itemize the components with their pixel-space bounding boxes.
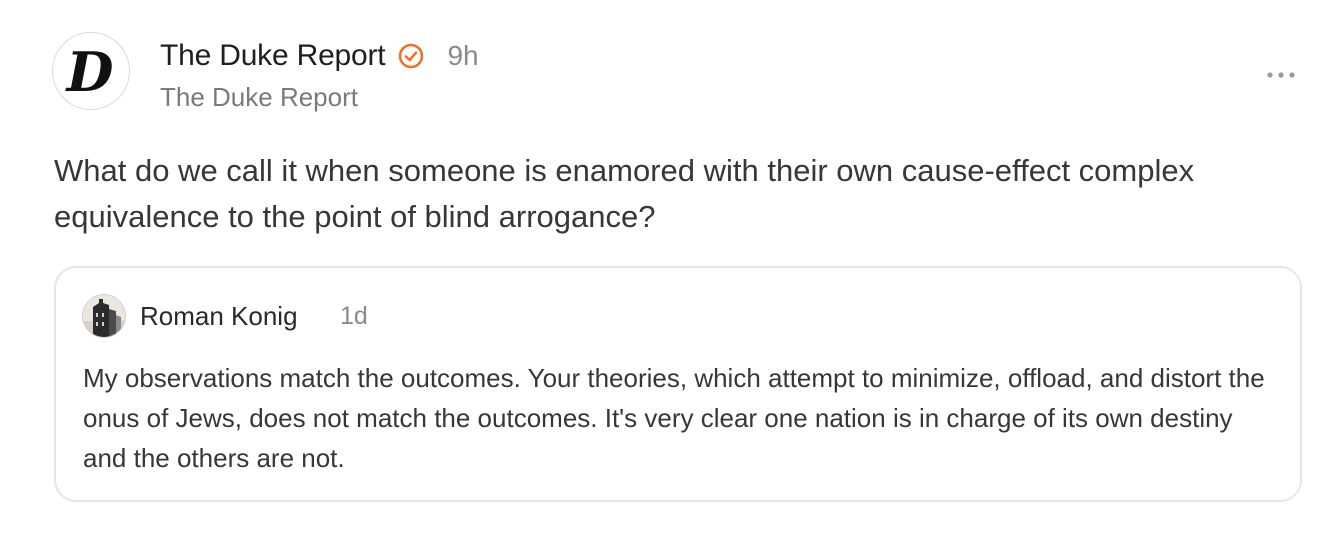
author-line: The Duke Report 9h: [160, 36, 479, 76]
author-handle[interactable]: The Duke Report: [160, 82, 358, 113]
quoted-author-name[interactable]: Roman Konig: [140, 301, 298, 332]
quoted-body-text: My observations match the outcomes. Your…: [83, 363, 1265, 473]
avatar-letter: D: [66, 40, 114, 104]
post-timestamp[interactable]: 9h: [447, 40, 478, 72]
verified-check-circle-icon: [399, 43, 424, 69]
post-body-text: What do we call it when someone is enamo…: [54, 153, 1195, 234]
building-photo-icon: [83, 295, 125, 337]
author-name[interactable]: The Duke Report: [160, 39, 386, 73]
more-horizontal-icon[interactable]: [1266, 70, 1296, 80]
author-avatar[interactable]: D: [52, 32, 130, 110]
note-post: D The Duke Report 9h The Duke Report Wha…: [0, 0, 1332, 538]
quoted-author-avatar[interactable]: [82, 294, 126, 338]
quoted-timestamp[interactable]: 1d: [340, 302, 368, 331]
quoted-note-card[interactable]: Roman Konig 1d My observations match the…: [54, 266, 1302, 502]
